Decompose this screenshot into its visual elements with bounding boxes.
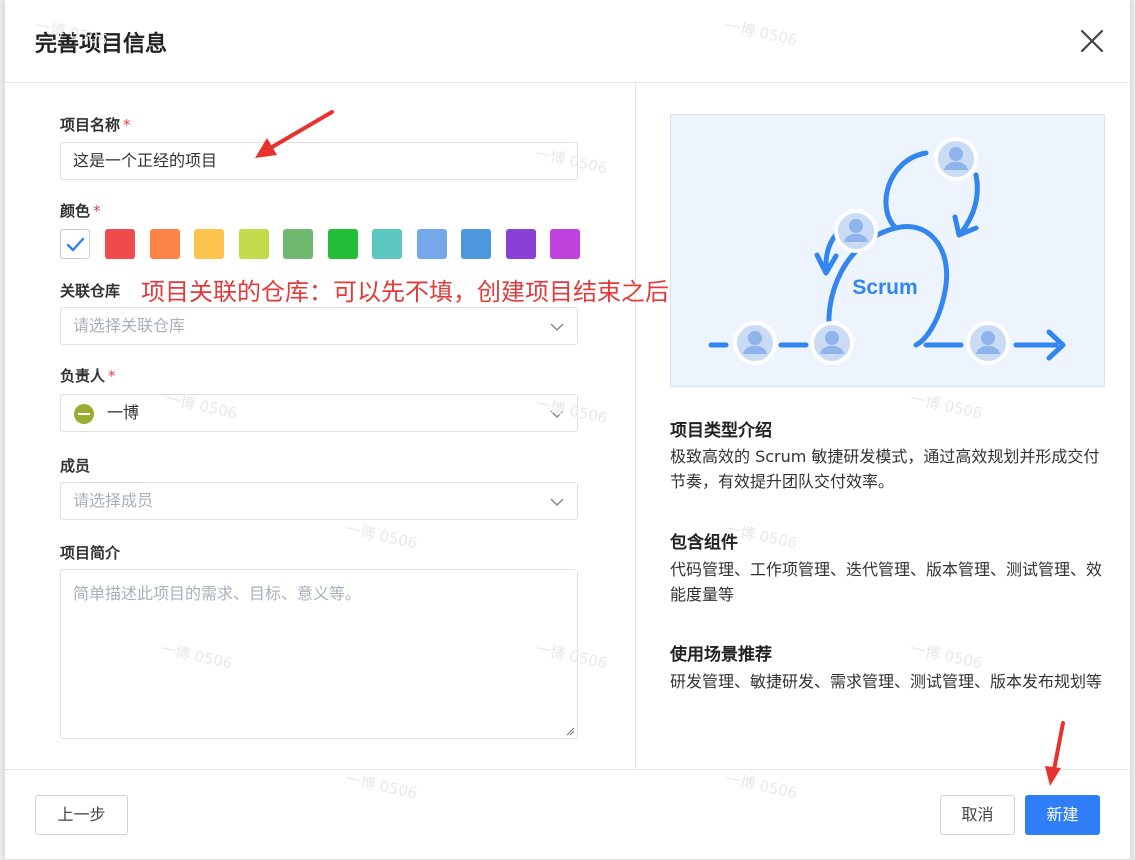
dialog: 完善项目信息 项目名称 * 这是一个正经的项目 颜色 * 项目关联的仓库：可以先不填… — [5, 0, 1130, 859]
scrum-illustration: Scrum — [670, 114, 1105, 387]
person-icon-group — [733, 137, 1010, 365]
project-name-label: 项目名称 * — [60, 116, 131, 134]
project-name-value: 这是一个正经的项目 — [73, 151, 218, 170]
color-swatch[interactable] — [372, 229, 402, 259]
check-icon — [66, 237, 85, 252]
color-swatch-none[interactable] — [60, 229, 90, 259]
color-swatch[interactable] — [105, 229, 135, 259]
chevron-down-icon — [550, 498, 564, 507]
repo-select[interactable]: 请选择关联仓库 — [60, 307, 578, 345]
color-swatch[interactable] — [238, 229, 269, 259]
chevron-down-icon — [550, 410, 564, 419]
members-placeholder: 请选择成员 — [73, 491, 154, 510]
color-swatch[interactable] — [283, 229, 313, 259]
intro-textarea[interactable]: 简单描述此项目的需求、目标、意义等。 — [60, 569, 578, 739]
members-label: 成员 — [60, 457, 91, 475]
type-text: 极致高效的 Scrum 敏捷研发模式，通过高效规划并形成交付节奏，有效提升团队交… — [670, 447, 1100, 491]
create-button[interactable]: 新建 — [1025, 795, 1100, 835]
required-mark: * — [93, 202, 101, 220]
members-select[interactable]: 请选择成员 — [60, 482, 578, 520]
owner-label: 负责人 * — [60, 367, 116, 385]
scrum-label: Scrum — [852, 276, 917, 299]
cancel-button[interactable]: 取消 — [940, 795, 1015, 835]
project-name-input[interactable]: 这是一个正经的项目 — [60, 142, 578, 180]
owner-value: 一博 — [107, 403, 140, 422]
chevron-down-icon — [550, 323, 564, 332]
components-text: 代码管理、工作项管理、迭代管理、版本管理、测试管理、效能度量等 — [670, 560, 1103, 604]
required-mark: * — [123, 116, 131, 134]
intro-placeholder: 简单描述此项目的需求、目标、意义等。 — [73, 584, 362, 603]
repo-placeholder: 请选择关联仓库 — [73, 316, 186, 335]
color-swatch[interactable] — [194, 229, 224, 259]
avatar — [74, 404, 94, 424]
info-panel: Scrum 项目类型介绍 极致高效的 Scrum 敏捷研发模式，通过高效规划并形… — [636, 83, 1130, 769]
dialog-footer: 上一步 取消 新建 — [5, 769, 1130, 860]
color-swatch[interactable] — [461, 229, 491, 259]
scenes-text: 研发管理、敏捷研发、需求管理、测试管理、版本发布规划等 — [670, 672, 1103, 691]
prev-step-button[interactable]: 上一步 — [35, 795, 128, 835]
type-title: 项目类型介绍 — [670, 421, 772, 441]
components-title: 包含组件 — [670, 533, 738, 553]
owner-select[interactable]: 一博 — [60, 394, 578, 432]
color-swatch[interactable] — [505, 229, 536, 259]
close-icon[interactable] — [1079, 28, 1105, 54]
color-swatch[interactable] — [416, 229, 447, 259]
color-label: 颜色 * — [60, 202, 101, 220]
scrum-diagram: Scrum — [708, 137, 1066, 365]
dialog-header: 完善项目信息 — [5, 0, 1130, 83]
color-swatch[interactable] — [327, 229, 358, 259]
intro-label: 项目简介 — [60, 544, 121, 562]
resize-handle-icon[interactable] — [565, 726, 575, 736]
dialog-title: 完善项目信息 — [35, 32, 168, 57]
repo-label: 关联仓库 — [60, 282, 121, 300]
required-mark: * — [108, 367, 116, 385]
color-swatch[interactable] — [149, 229, 180, 259]
color-swatch[interactable] — [550, 229, 580, 259]
scenes-title: 使用场景推荐 — [670, 645, 772, 665]
